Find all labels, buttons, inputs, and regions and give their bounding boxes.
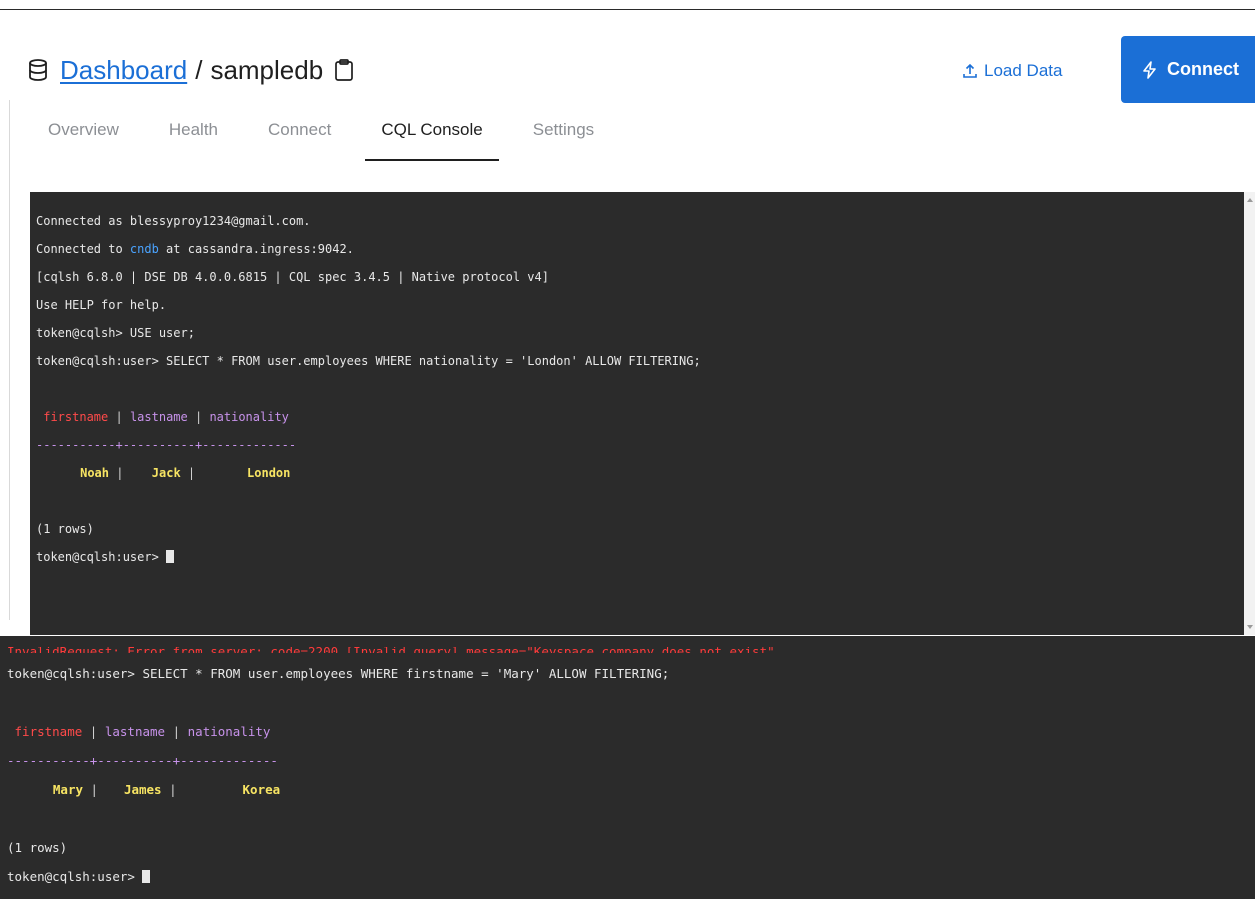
tab-overview[interactable]: Overview bbox=[48, 120, 119, 160]
column-nationality: nationality bbox=[187, 724, 271, 739]
column-separator: | bbox=[108, 410, 130, 424]
cql-console-terminal[interactable]: Connected as blessyproy1234@gmail.com. C… bbox=[30, 192, 1244, 635]
left-border bbox=[9, 100, 10, 620]
prompt-text: token@cqlsh:user> bbox=[36, 550, 167, 564]
tab-health[interactable]: Health bbox=[169, 120, 218, 160]
cell-lastname: James bbox=[123, 782, 162, 797]
tab-connect[interactable]: Connect bbox=[268, 120, 331, 160]
column-lastname: lastname bbox=[104, 724, 166, 739]
terminal-line: [cqlsh 6.8.0 | DSE DB 4.0.0.6815 | CQL s… bbox=[36, 270, 549, 284]
cql-console-terminal-second[interactable]: InvalidRequest: Error from server: code=… bbox=[0, 636, 1255, 899]
connect-button[interactable]: Connect bbox=[1121, 36, 1255, 103]
page-title: sampledb bbox=[210, 54, 324, 85]
cell-firstname: Noah bbox=[80, 466, 109, 480]
terminal-line: Connected to cndb at cassandra.ingress:9… bbox=[36, 242, 1238, 256]
result-row: Noah | Jack | London bbox=[36, 466, 1238, 480]
breadcrumb-separator: / bbox=[195, 54, 203, 85]
prompt-line[interactable]: token@cqlsh:user> bbox=[7, 869, 1248, 885]
column-firstname: firstname bbox=[43, 410, 109, 424]
scroll-down-icon[interactable] bbox=[1247, 625, 1253, 629]
result-header: firstname | lastname | nationality bbox=[36, 410, 1238, 424]
cluster-name: cndb bbox=[129, 242, 159, 256]
database-icon bbox=[26, 58, 50, 82]
terminal-line: token@cqlsh:user> SELECT * FROM user.emp… bbox=[36, 354, 701, 368]
prompt-text: token@cqlsh:user> bbox=[7, 869, 143, 884]
lightning-icon bbox=[1141, 60, 1159, 79]
load-data-button[interactable]: Load Data bbox=[962, 58, 1062, 84]
prompt-line[interactable]: token@cqlsh:user> bbox=[36, 550, 1238, 564]
column-separator: | bbox=[165, 724, 188, 739]
cell-nationality: London bbox=[247, 466, 291, 480]
column-firstname: firstname bbox=[14, 724, 83, 739]
column-separator: | bbox=[82, 724, 105, 739]
result-row: Mary | James | Korea bbox=[7, 782, 1248, 798]
terminal-line: Use HELP for help. bbox=[36, 298, 167, 312]
terminal-scrollbar[interactable] bbox=[1244, 192, 1255, 635]
row-count: (1 rows) bbox=[36, 522, 94, 536]
terminal-line: token@cqlsh> USE user; bbox=[36, 326, 195, 340]
tab-bar: Overview Health Connect CQL Console Sett… bbox=[48, 120, 644, 162]
terminal-line: token@cqlsh:user> SELECT * FROM user.emp… bbox=[7, 666, 670, 681]
tab-settings[interactable]: Settings bbox=[533, 120, 594, 160]
cell-firstname: Mary bbox=[52, 782, 83, 797]
column-separator: | bbox=[187, 410, 210, 424]
load-data-label: Load Data bbox=[984, 61, 1063, 80]
cursor bbox=[142, 870, 151, 883]
breadcrumb: Dashboard / sampledb bbox=[26, 50, 355, 90]
clipboard-icon[interactable] bbox=[333, 58, 355, 82]
terminal-line: Connected as blessyproy1234@gmail.com. bbox=[36, 214, 311, 228]
row-count: (1 rows) bbox=[7, 840, 68, 855]
cell-lastname: Jack bbox=[151, 466, 181, 480]
cell-separator: | bbox=[180, 466, 203, 480]
upload-icon bbox=[962, 63, 978, 79]
terminal-text: at cassandra.ingress:9042. bbox=[158, 242, 354, 256]
terminal-text: Connected to bbox=[36, 242, 130, 256]
result-header: firstname | lastname | nationality bbox=[7, 724, 1248, 740]
result-divider: -----------+----------+------------- bbox=[36, 438, 297, 452]
dashboard-link[interactable]: Dashboard bbox=[60, 55, 187, 86]
cell-separator: | bbox=[161, 782, 185, 797]
result-divider: -----------+----------+------------- bbox=[7, 753, 278, 768]
cell-separator: | bbox=[109, 466, 131, 480]
tab-cql-console[interactable]: CQL Console bbox=[365, 120, 500, 161]
connect-label: Connect bbox=[1167, 59, 1239, 79]
column-lastname: lastname bbox=[129, 410, 188, 424]
cell-nationality: Korea bbox=[242, 782, 281, 797]
error-message: InvalidRequest: Error from server: code=… bbox=[7, 647, 1248, 653]
column-nationality: nationality bbox=[209, 410, 289, 424]
cell-separator: | bbox=[83, 782, 106, 797]
scroll-up-icon[interactable] bbox=[1247, 198, 1253, 202]
cursor bbox=[166, 550, 175, 563]
